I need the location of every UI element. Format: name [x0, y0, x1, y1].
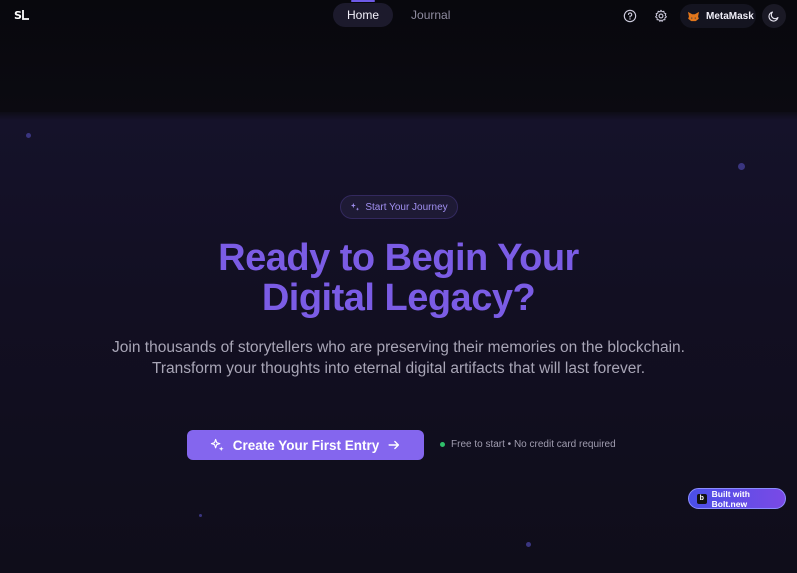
main-nav: Home Journal: [333, 0, 464, 27]
help-button[interactable]: [618, 4, 642, 28]
free-note-text: Free to start • No credit card required: [451, 439, 616, 450]
nav-tab-label: Home: [347, 8, 380, 22]
particle-dot: [738, 163, 745, 170]
badge-label: Start Your Journey: [365, 201, 448, 213]
create-first-entry-button[interactable]: Create Your First Entry: [187, 430, 424, 460]
built-with-bolt-badge[interactable]: b Built with Bolt.new: [688, 488, 786, 509]
particle-dot: [526, 542, 531, 547]
top-bar: S Home Journal MetaMask: [0, 0, 797, 32]
nav-tab-journal[interactable]: Journal: [397, 3, 464, 27]
free-note: Free to start • No credit card required: [440, 439, 616, 450]
bolt-logo-icon: b: [697, 493, 707, 504]
arrow-right-icon: [388, 440, 400, 450]
svg-text:S: S: [14, 9, 22, 22]
settings-button[interactable]: [649, 4, 673, 28]
nav-tab-home[interactable]: Home: [333, 0, 394, 27]
theme-toggle-button[interactable]: [762, 4, 786, 28]
help-circle-icon: [623, 9, 637, 23]
logo-mark-icon: S: [14, 9, 29, 22]
metamask-fox-icon: [688, 11, 699, 21]
start-journey-badge: Start Your Journey: [340, 195, 458, 219]
metamask-button[interactable]: MetaMask: [680, 4, 756, 28]
hero-title-line-2: Digital Legacy?: [261, 277, 536, 319]
nav-tab-label: Journal: [411, 8, 451, 22]
hero-title-line-1: Ready to Begin Your: [218, 237, 579, 279]
cta-label: Create Your First Entry: [232, 437, 380, 453]
app-logo[interactable]: S: [14, 8, 30, 22]
hero-title: Ready to Begin Your Digital Legacy?: [0, 238, 797, 318]
particle-dot: [26, 133, 31, 138]
sparkles-icon: [351, 202, 360, 211]
gear-icon: [655, 9, 667, 22]
status-dot-icon: [440, 442, 445, 447]
wallet-label: MetaMask: [706, 10, 754, 22]
particle-dot: [199, 514, 202, 517]
sparkles-icon: [210, 438, 224, 451]
hero-subtitle: Join thousands of storytellers who are p…: [112, 339, 685, 377]
moon-icon: [768, 11, 779, 22]
bolt-label: Built with Bolt.new: [711, 488, 750, 509]
